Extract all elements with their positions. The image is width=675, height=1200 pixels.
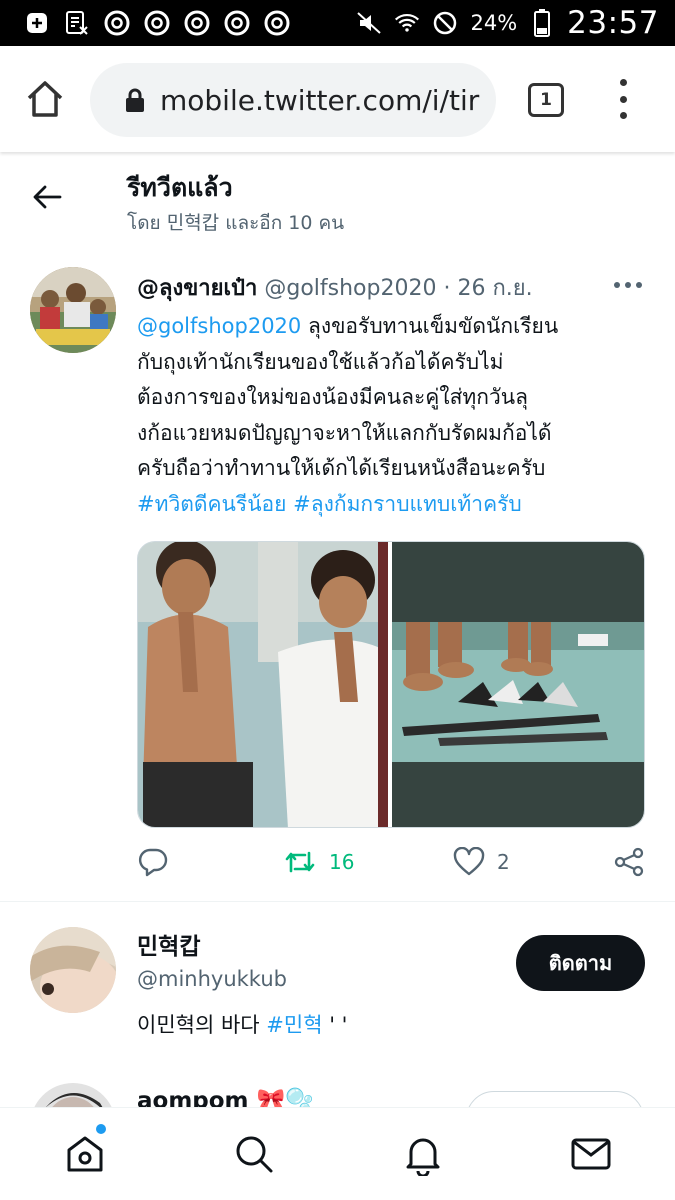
avatar[interactable] (30, 1083, 116, 1107)
reply-button[interactable] (137, 847, 169, 877)
status-bar: 24% 23:57 (0, 0, 675, 46)
tweet-actions: 16 2 (137, 847, 647, 887)
tweet-text-line: ครับถือว่าทำทานให้เด้กได้เรียนหนังสือนะค… (137, 456, 546, 480)
home-icon[interactable] (63, 1132, 107, 1176)
battery-percent: 24% (470, 11, 518, 35)
tweet-text-line: ต้องการของใหม่ของน้องมีคนละคู่ใส่ทุกวันล… (137, 385, 528, 409)
user-handle: @minhyukkub (137, 967, 287, 991)
more-vert-icon[interactable] (613, 79, 633, 119)
separator: · (443, 276, 451, 301)
tweet-text-line: งก้อแวยหมดปัญญาจะหาให้แลกกับรัดผมก้อได้ (137, 420, 552, 445)
share-button[interactable] (613, 847, 645, 877)
chrome-icon (104, 10, 130, 36)
tab-count: 1 (540, 90, 552, 110)
hashtag-link[interactable]: #민혁 (266, 1013, 322, 1037)
page-header: รีทวีตแล้ว โดย 민혁캅 และอีก 10 คน (0, 152, 675, 244)
notification-plus-icon (24, 10, 50, 36)
avatar[interactable] (30, 267, 116, 353)
tweet[interactable]: @ลุงขายเป๋า @golfshop2020 · 26 ก.ย. @gol… (0, 262, 675, 902)
hashtag-link[interactable]: #ลุงก้มกราบแทบเท้าครับ (293, 492, 522, 516)
wifi-icon (394, 10, 420, 36)
battery-icon (529, 9, 555, 37)
tweet-more-icon[interactable] (614, 282, 642, 290)
unread-dot (96, 1124, 106, 1134)
retweet-button[interactable]: 16 (283, 847, 354, 877)
tabs-icon[interactable]: 1 (528, 83, 564, 117)
clock: 23:57 (567, 5, 659, 41)
bio-text: 이민혁의 바다 (137, 1013, 267, 1037)
lock-icon (126, 88, 144, 112)
hashtag-link[interactable]: #ทวิตดีคนรีน้อย (137, 492, 286, 516)
reply-icon (138, 848, 168, 877)
mute-icon (356, 10, 382, 36)
url-bar[interactable]: mobile.twitter.com/i/tir (90, 63, 496, 137)
like-count: 2 (497, 850, 510, 874)
chrome-icon (184, 10, 210, 36)
tweet-author-line: @ลุงขายเป๋า @golfshop2020 · 26 ก.ย. (137, 270, 533, 305)
follow-button[interactable] (466, 1091, 644, 1107)
user-name[interactable]: 민혁캅 (137, 927, 200, 961)
notifications-icon[interactable] (401, 1132, 445, 1178)
tweet-date[interactable]: 26 ก.ย. (457, 276, 532, 301)
retweet-icon (285, 851, 315, 873)
tweet-text: @golfshop2020 ลุงขอรับทานเข็มขัดนักเรียน… (137, 309, 637, 522)
avatar[interactable] (30, 927, 116, 1013)
bio-text: ' ' (322, 1013, 348, 1037)
bottom-navigation (0, 1107, 675, 1200)
mention-link[interactable]: @golfshop2020 (137, 314, 301, 338)
author-handle[interactable]: @golfshop2020 (264, 276, 436, 301)
search-icon[interactable] (232, 1132, 276, 1176)
back-arrow-icon[interactable] (32, 184, 62, 210)
share-icon (614, 847, 644, 877)
tweet-media[interactable] (137, 541, 645, 828)
name-emoji: 🎀🫧 (256, 1088, 314, 1107)
url-text: mobile.twitter.com/i/tir (160, 83, 480, 117)
chrome-icon (144, 10, 170, 36)
do-not-disturb-icon (432, 10, 458, 36)
page-subtitle: โดย 민혁캅 และอีก 10 คน (127, 212, 345, 234)
display-name[interactable]: @ลุงขายเป๋า (137, 276, 257, 301)
media-photo-2[interactable] (392, 542, 645, 828)
browser-toolbar: mobile.twitter.com/i/tir 1 (0, 46, 675, 152)
user-cell[interactable]: 민혁캅 @minhyukkub 이민혁의 바다 #민혁 ' ' ติดตาม (0, 927, 675, 1067)
tweet-text-line: ลุงขอรับทานเข็มขัดนักเรียน (301, 314, 559, 338)
chrome-icon (264, 10, 290, 36)
media-photo-1[interactable] (138, 542, 388, 828)
user-cell[interactable]: aompom 🎀🫧 (0, 1083, 675, 1107)
user-name[interactable]: aompom 🎀🫧 (137, 1087, 314, 1107)
tweet-text-line: กับถุงเท้านักเรียนของใช้แล้วก้อได้ครับไม… (137, 349, 504, 374)
like-icon (453, 847, 485, 876)
sim-icon (64, 10, 90, 36)
user-bio: 이민혁의 바다 #민혁 ' ' (137, 1009, 347, 1039)
page-title: รีทวีตแล้ว (127, 173, 233, 202)
messages-icon[interactable] (569, 1132, 613, 1176)
follow-button[interactable]: ติดตาม (516, 935, 645, 991)
chrome-icon (224, 10, 250, 36)
like-button[interactable]: 2 (453, 847, 510, 877)
home-icon[interactable] (24, 79, 66, 119)
retweet-count: 16 (329, 850, 355, 874)
